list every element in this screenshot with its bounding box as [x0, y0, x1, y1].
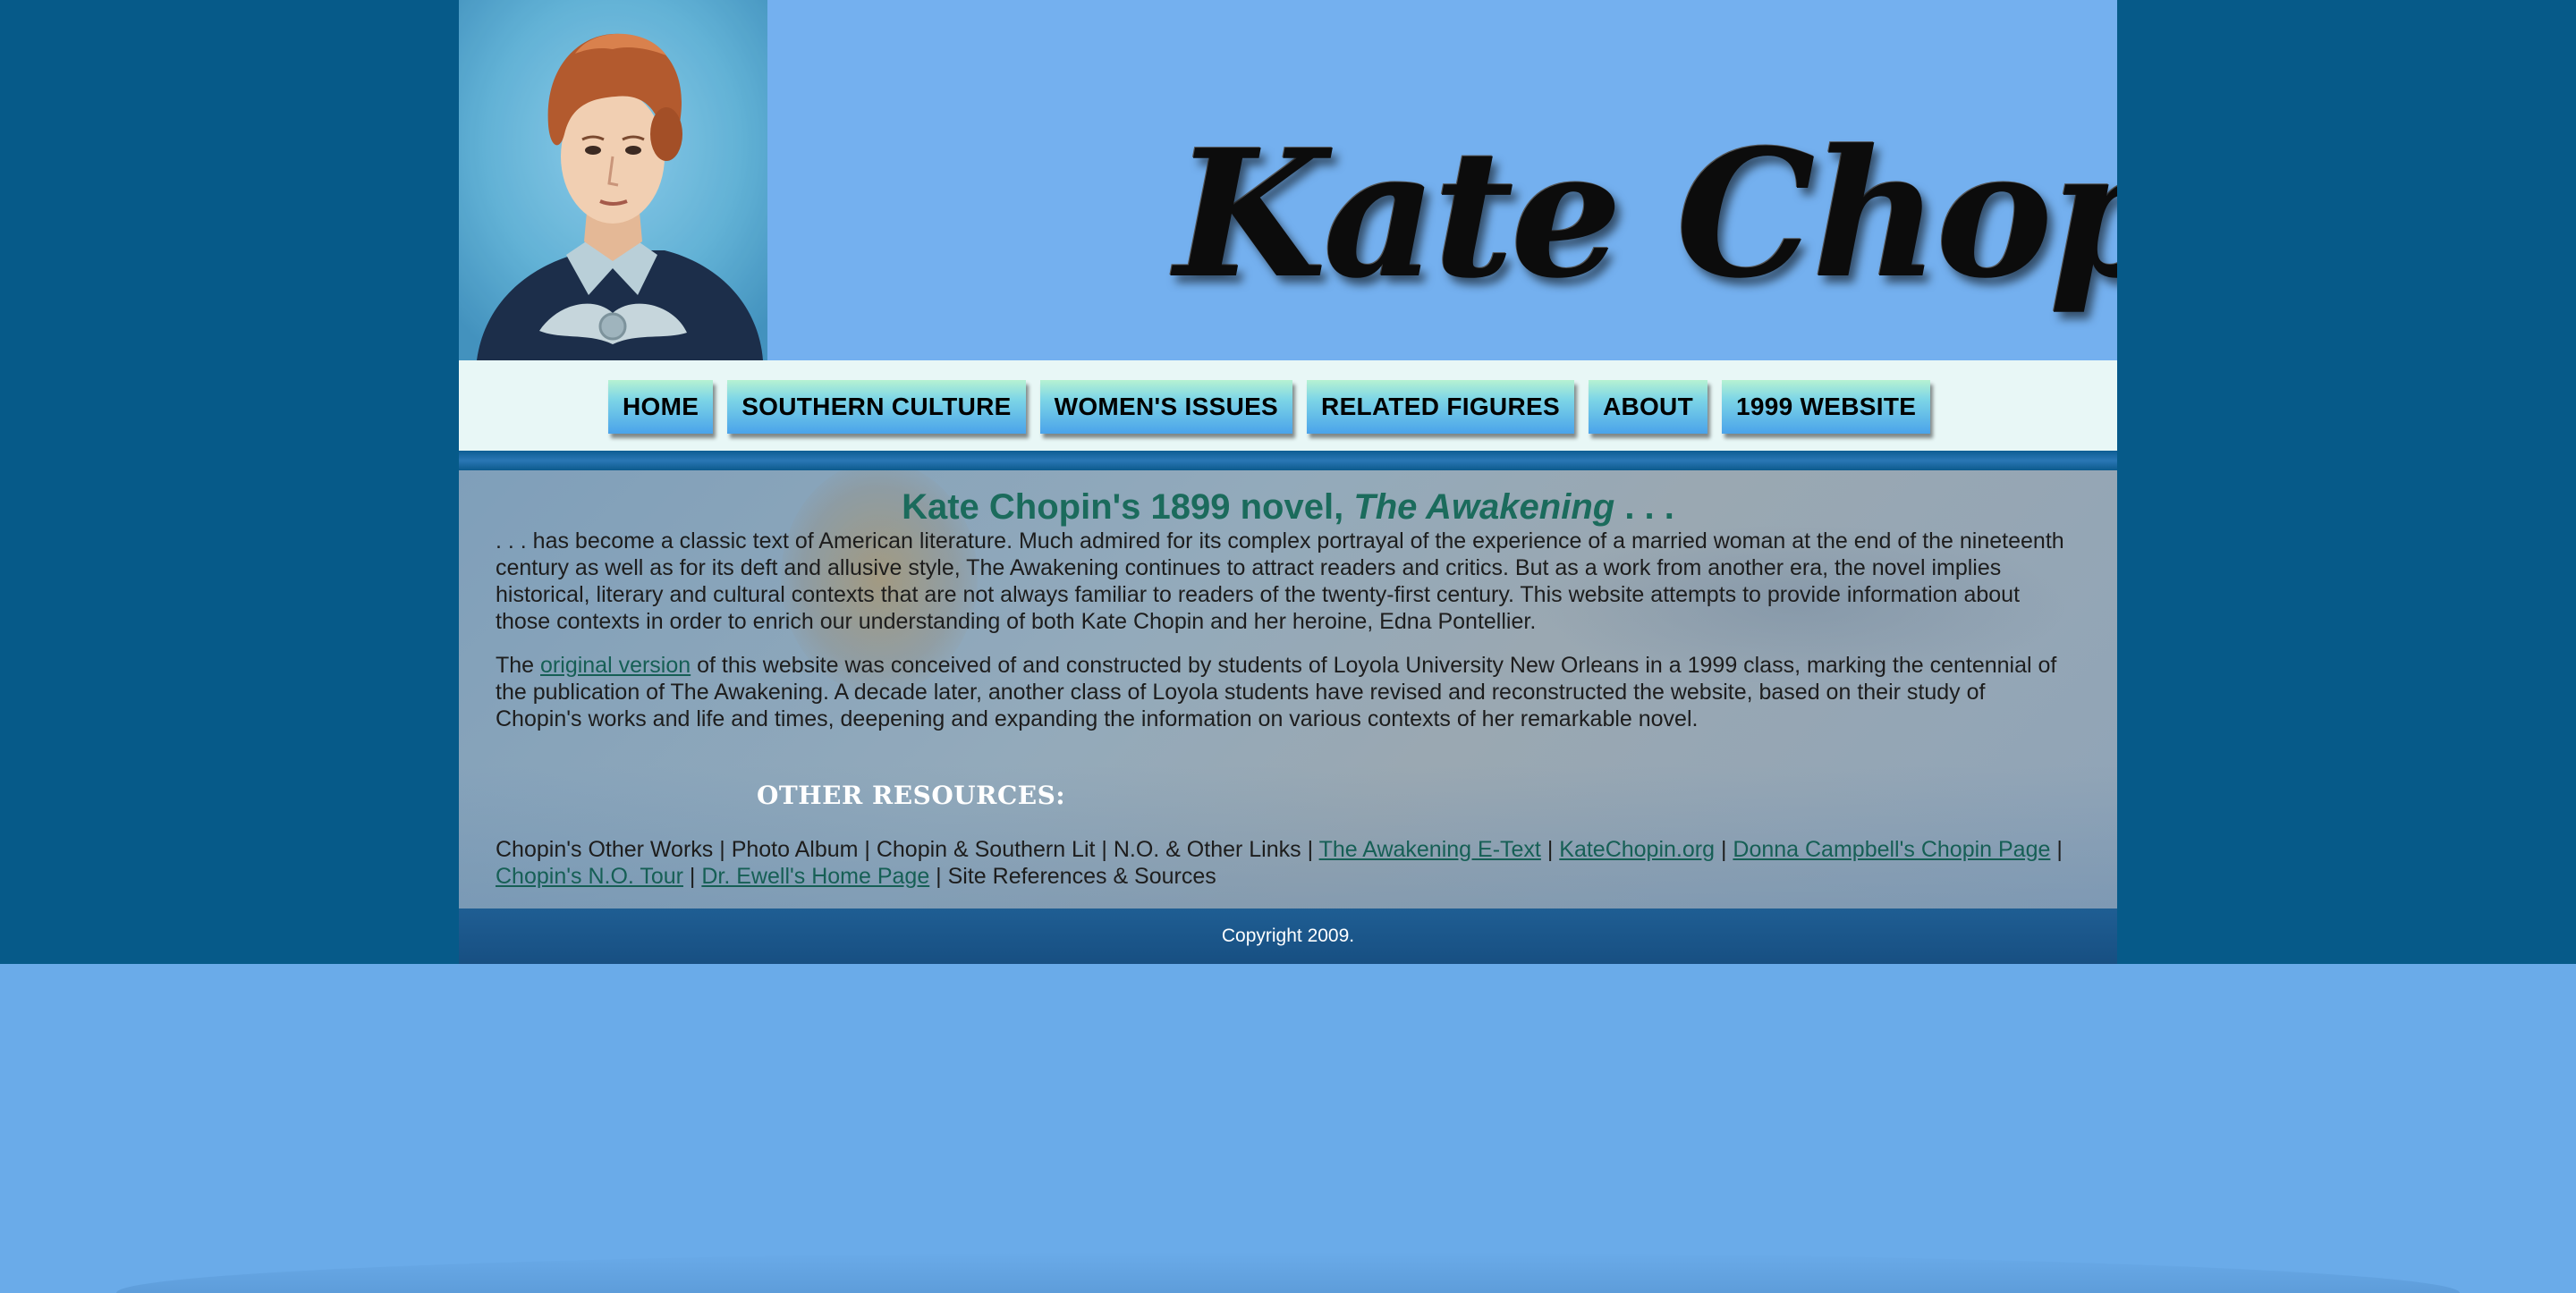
original-version-link[interactable]: original version	[540, 653, 691, 678]
nav-1999-website-button[interactable]: 1999 WEBSITE	[1721, 380, 1931, 434]
resource-separator: |	[713, 837, 732, 862]
resource-separator: |	[2050, 837, 2063, 862]
other-resources-heading: OTHER RESOURCES:	[757, 781, 1066, 810]
intro-paragraph: . . . has become a classic text of Ameri…	[496, 528, 2064, 634]
site-title: Kate Chopin	[1174, 112, 2117, 317]
resource-dr-ewell-link[interactable]: Dr. Ewell's Home Page	[701, 864, 929, 889]
resource-separator: |	[929, 864, 948, 889]
nav-southern-culture-button[interactable]: SOUTHERN CULTURE	[727, 380, 1026, 434]
kate-chopin-portrait	[459, 0, 767, 360]
history-paragraph: The original version of this website was…	[496, 652, 2070, 732]
resource-no-tour-link[interactable]: Chopin's N.O. Tour	[496, 864, 683, 889]
resource-separator: |	[682, 864, 702, 889]
resource-separator: |	[1715, 837, 1733, 862]
site-footer: Copyright 2009.	[459, 908, 2117, 964]
history-text-before: The	[496, 653, 541, 678]
resource-chopin-southern-lit: Chopin & Southern Lit	[876, 837, 1096, 862]
resource-other-works: Chopin's Other Works	[496, 837, 714, 862]
resource-donna-campbell-link[interactable]: Donna Campbell's Chopin Page	[1733, 837, 2050, 862]
resource-no-other-links: N.O. & Other Links	[1113, 837, 1301, 862]
resource-katechopin-org-link[interactable]: KateChopin.org	[1559, 837, 1715, 862]
headline-prefix: Kate Chopin's 1899 novel,	[902, 487, 1354, 527]
main-content: Kate Chopin's 1899 novel, The Awakening …	[459, 470, 2117, 908]
page-headline: Kate Chopin's 1899 novel, The Awakening …	[459, 486, 2117, 528]
nav-womens-issues-button[interactable]: WOMEN'S ISSUES	[1039, 380, 1293, 434]
bottom-shadow	[116, 1252, 2460, 1293]
nav-divider	[459, 451, 2117, 470]
headline-novel-title: The Awakening	[1353, 487, 1615, 527]
resource-photo-album: Photo Album	[731, 837, 859, 862]
site-header: Kate Chopin	[459, 0, 2117, 360]
resource-site-references: Site References & Sources	[947, 864, 1216, 889]
main-navigation: HOME SOUTHERN CULTURE WOMEN'S ISSUES REL…	[459, 360, 2117, 451]
nav-related-figures-button[interactable]: RELATED FIGURES	[1307, 380, 1574, 434]
nav-about-button[interactable]: ABOUT	[1588, 380, 1707, 434]
nav-list: HOME SOUTHERN CULTURE WOMEN'S ISSUES REL…	[608, 380, 1931, 434]
copyright-text: Copyright 2009.	[1221, 925, 1355, 946]
page-container: Kate Chopin HOME SOUTHERN CULTURE WOMEN'…	[459, 0, 2117, 964]
resource-awakening-etext-link[interactable]: The Awakening E-Text	[1319, 837, 1541, 862]
history-text-after: of this website was conceived of and con…	[496, 653, 2057, 731]
headline-suffix: . . .	[1614, 487, 1674, 527]
resource-separator: |	[858, 837, 877, 862]
resources-list: Chopin's Other Works | Photo Album | Cho…	[496, 836, 2079, 890]
resource-separator: |	[1540, 837, 1560, 862]
resource-separator: |	[1301, 837, 1319, 862]
nav-home-button[interactable]: HOME	[608, 380, 714, 434]
resource-separator: |	[1095, 837, 1114, 862]
